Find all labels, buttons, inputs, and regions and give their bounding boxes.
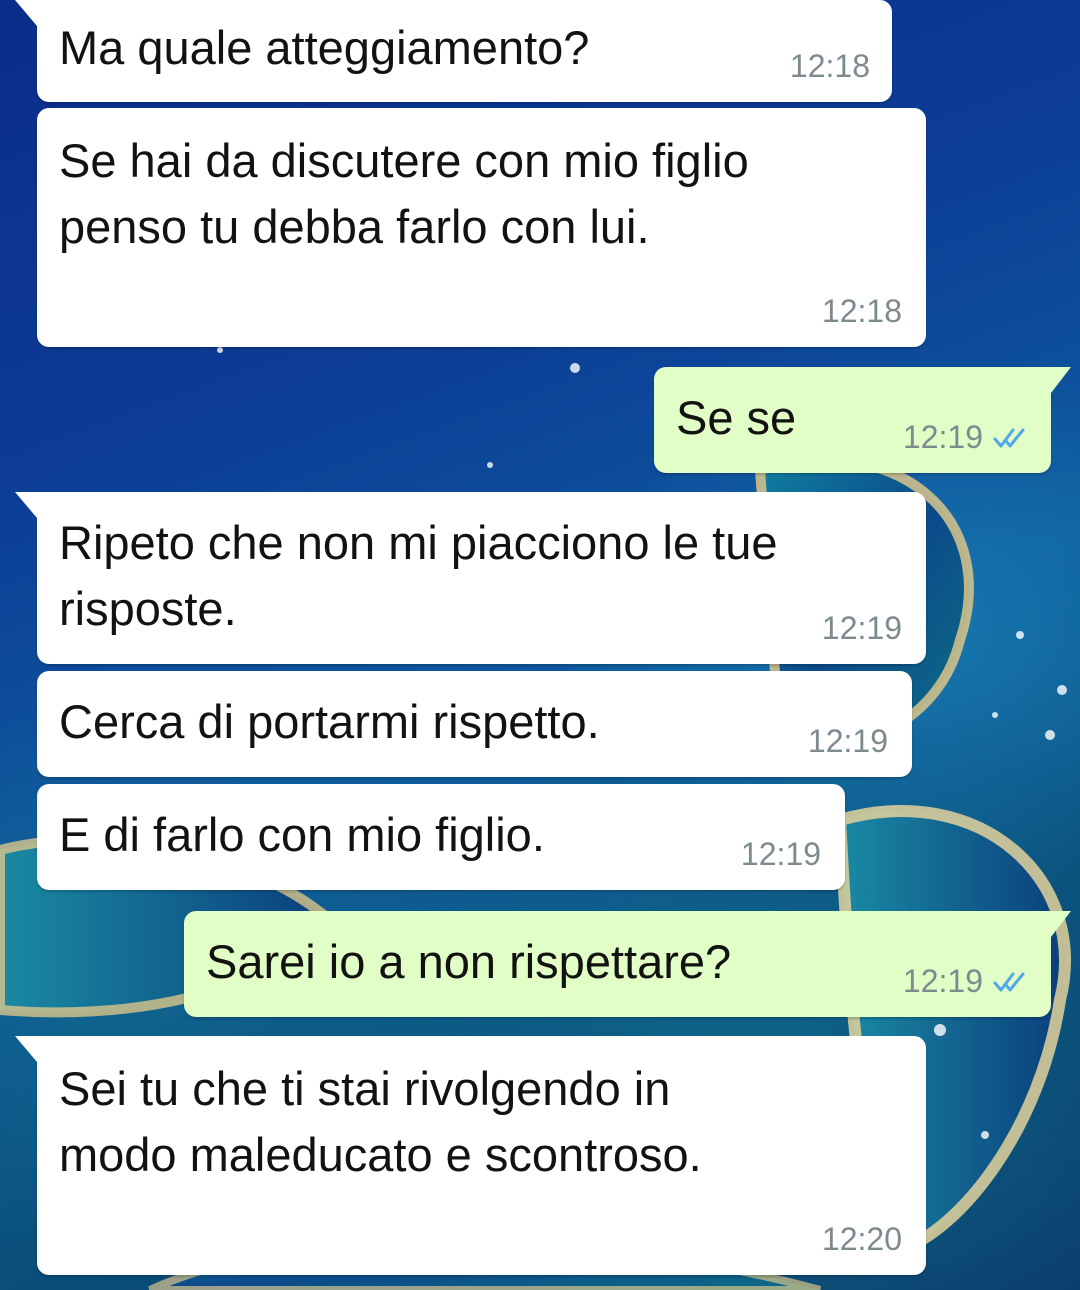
message-text: Se se xyxy=(676,391,797,444)
message-text: Sei tu che ti stai rivolgendo in modo ma… xyxy=(59,1062,702,1181)
message-bubble-incoming[interactable]: Cerca di portarmi rispetto. 12:19 xyxy=(37,671,912,777)
message-timestamp: 12:19 xyxy=(902,419,983,455)
message-timestamp: 12:18 xyxy=(821,293,902,329)
message-bubble-incoming[interactable]: Sei tu che ti stai rivolgendo in modo ma… xyxy=(15,1036,926,1275)
message-text: Cerca di portarmi rispetto. xyxy=(59,695,600,748)
message-text: Ma quale atteggiamento? xyxy=(59,21,590,74)
message-timestamp: 12:19 xyxy=(740,836,821,872)
message-text: E di farlo con mio figlio. xyxy=(59,808,545,861)
message-bubble-incoming[interactable]: Ma quale atteggiamento? 12:18 xyxy=(15,0,892,102)
double-check-read-icon xyxy=(993,972,1025,992)
message-bubble-incoming[interactable]: E di farlo con mio figlio. 12:19 xyxy=(37,784,845,890)
message-timestamp: 12:20 xyxy=(821,1221,902,1257)
double-check-read-icon xyxy=(993,428,1025,448)
message-text: Sarei io a non rispettare? xyxy=(206,935,732,988)
message-bubble-outgoing[interactable]: Sarei io a non rispettare? 12:19 xyxy=(184,911,1071,1017)
message-bubble-incoming[interactable]: Se hai da discutere con mio figlio penso… xyxy=(37,108,926,347)
message-text: Se hai da discutere con mio figlio penso… xyxy=(59,134,749,253)
message-bubble-incoming[interactable]: Ripeto che non mi piacciono le tue rispo… xyxy=(15,492,926,664)
message-timestamp: 12:19 xyxy=(821,610,902,646)
message-bubble-outgoing[interactable]: Se se 12:19 xyxy=(654,367,1071,473)
message-timestamp: 12:19 xyxy=(807,723,888,759)
message-timestamp: 12:18 xyxy=(789,48,870,84)
message-timestamp: 12:19 xyxy=(902,963,983,999)
message-text: Ripeto che non mi piacciono le tue rispo… xyxy=(59,516,778,635)
